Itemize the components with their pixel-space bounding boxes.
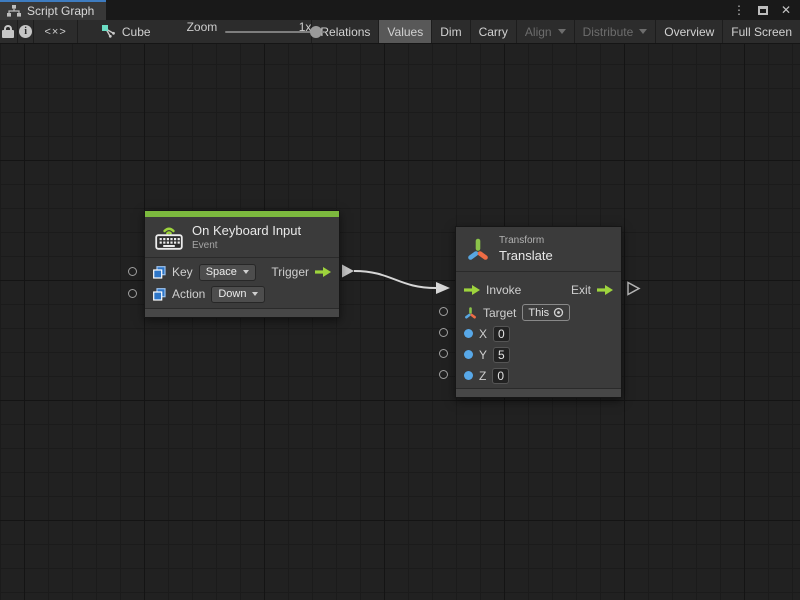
close-icon[interactable]: ✕: [781, 4, 791, 16]
trigger-to-invoke-wire[interactable]: [354, 271, 436, 288]
chevron-down-icon: [639, 29, 647, 34]
script-graph-icon: [7, 5, 21, 17]
transform-translate-node[interactable]: Transform Translate Invoke Exit: [455, 226, 622, 398]
y-value-field[interactable]: 5: [493, 347, 510, 363]
tab-title: Script Graph: [27, 4, 94, 18]
code-icon: <×>: [44, 26, 66, 38]
value-pair-icon: [153, 266, 166, 279]
event-node-footer: [145, 308, 339, 317]
value-pair-icon: [153, 288, 166, 301]
node-category: Transform: [499, 235, 553, 246]
chevron-down-icon: [243, 270, 249, 274]
keyboard-event-icon: [155, 224, 183, 250]
transform-axes-icon: [464, 306, 477, 320]
flow-arrow-icon: [315, 267, 331, 277]
window-controls: ⋮ ✕: [733, 0, 800, 20]
event-node-body: Key Space Trigger Action: [145, 257, 339, 308]
trigger-label: Trigger: [271, 265, 309, 279]
zoom-slider[interactable]: [225, 20, 292, 44]
target-object-chip[interactable]: This: [522, 304, 570, 321]
y-label: Y: [479, 348, 487, 362]
exit-port-triangle[interactable]: [628, 283, 639, 295]
lock-icon: [2, 25, 14, 38]
zoom-label: Zoom: [187, 20, 218, 43]
invoke-label: Invoke: [486, 283, 521, 297]
key-label: Key: [172, 265, 193, 279]
toolbar-button-group: Relations Values Dim Carry Align Distrib…: [311, 20, 800, 43]
x-label: X: [479, 327, 487, 341]
overview-button[interactable]: Overview: [655, 20, 722, 43]
menu-icon[interactable]: ⋮: [733, 4, 745, 16]
chevron-down-icon: [252, 292, 258, 296]
transform-axes-icon: [466, 235, 490, 263]
lock-button[interactable]: [0, 20, 18, 43]
trigger-port-arrow[interactable]: [342, 265, 354, 278]
value-port-icon: [464, 350, 473, 359]
fullscreen-button[interactable]: Full Screen: [722, 20, 800, 43]
target-object-label: Cube: [122, 25, 151, 39]
chevron-down-icon: [558, 29, 566, 34]
transform-node-body: Invoke Exit Target This: [456, 271, 621, 388]
flow-arrow-icon: [464, 285, 480, 295]
key-row: Key Space Trigger: [145, 261, 339, 283]
carry-button[interactable]: Carry: [470, 20, 516, 43]
info-button[interactable]: i: [18, 20, 35, 43]
values-button[interactable]: Values: [378, 20, 431, 43]
event-node-header: On Keyboard Input Event: [145, 217, 339, 257]
x-row: X 0: [456, 323, 621, 344]
transform-node-footer: [456, 388, 621, 397]
tab-script-graph[interactable]: Script Graph: [0, 0, 106, 20]
dim-button[interactable]: Dim: [431, 20, 469, 43]
z-row: Z 0: [456, 365, 621, 386]
z-input-port[interactable]: [439, 370, 448, 379]
x-value-field[interactable]: 0: [493, 326, 510, 342]
value-port-icon: [464, 371, 473, 380]
graph-pointer-icon: [102, 25, 116, 38]
align-button[interactable]: Align: [516, 20, 574, 43]
target-input-port[interactable]: [439, 307, 448, 316]
key-dropdown[interactable]: Space: [199, 264, 256, 281]
invoke-row: Invoke Exit: [456, 278, 621, 302]
edit-graph-button[interactable]: <×>: [34, 20, 78, 43]
graph-target: Cube: [102, 20, 151, 43]
on-keyboard-input-node[interactable]: On Keyboard Input Event Key Space Trigge…: [144, 210, 340, 318]
graph-canvas[interactable]: On Keyboard Input Event Key Space Trigge…: [0, 44, 800, 600]
transform-node-header: Transform Translate: [456, 227, 621, 271]
invoke-port-arrow[interactable]: [436, 282, 450, 294]
target-row: Target This: [456, 302, 621, 323]
maximize-icon[interactable]: [758, 6, 768, 15]
title-bar: Script Graph ⋮ ✕: [0, 0, 800, 20]
target-scope-icon: [553, 307, 564, 318]
distribute-button[interactable]: Distribute: [574, 20, 656, 43]
connection-layer: [0, 44, 800, 600]
y-input-port[interactable]: [439, 349, 448, 358]
action-input-port[interactable]: [128, 289, 137, 298]
node-title: On Keyboard Input: [192, 223, 301, 238]
z-label: Z: [479, 369, 486, 383]
z-value-field[interactable]: 0: [492, 368, 509, 384]
exit-label: Exit: [571, 283, 591, 297]
x-input-port[interactable]: [439, 328, 448, 337]
y-row: Y 5: [456, 344, 621, 365]
flow-arrow-icon: [597, 285, 613, 295]
target-label: Target: [483, 306, 516, 320]
key-input-port[interactable]: [128, 267, 137, 276]
action-label: Action: [172, 287, 205, 301]
node-subtitle: Event: [192, 240, 301, 251]
value-port-icon: [464, 329, 473, 338]
action-dropdown[interactable]: Down: [211, 286, 265, 303]
node-title: Translate: [499, 248, 553, 263]
graph-toolbar: i <×> Cube Zoom 1x Relations Values Dim …: [0, 20, 800, 44]
info-icon: i: [19, 25, 32, 38]
action-row: Action Down: [145, 283, 339, 305]
